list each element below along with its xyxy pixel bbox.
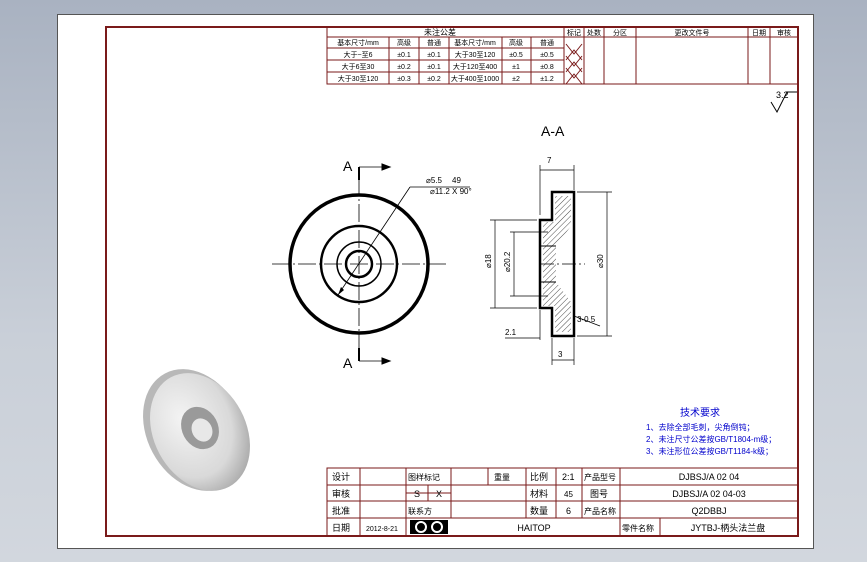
tol-cell: ±1 bbox=[512, 64, 520, 71]
tol-cell: ±0.3 bbox=[397, 76, 411, 83]
surface-finish-value: 3.2 bbox=[776, 90, 789, 100]
drawing-no-value: DJBSJ/A 02 04-03 bbox=[672, 489, 746, 499]
material-label: 材料 bbox=[530, 488, 548, 499]
tol-cell: 大于~至6 bbox=[344, 50, 373, 59]
mark-s: S bbox=[414, 489, 420, 499]
product-name-label: 产品名称 bbox=[584, 506, 616, 516]
part-3d-preview bbox=[143, 369, 250, 491]
date-label: 日期 bbox=[332, 523, 350, 533]
section-mark-top: A bbox=[343, 158, 353, 174]
product-name-value: Q2DBBJ bbox=[691, 506, 726, 516]
tol-cell: ±2 bbox=[512, 76, 520, 83]
drawing-name-label: 图样标记 bbox=[408, 472, 440, 482]
contact-label: 联系方 bbox=[408, 506, 432, 516]
hole-note-a: ⌀5.5 bbox=[426, 176, 442, 185]
mark-x: X bbox=[436, 489, 442, 499]
company-logo bbox=[410, 520, 448, 534]
date-value: 2012-8-21 bbox=[366, 526, 398, 533]
tol-cell: ±0.1 bbox=[397, 52, 411, 59]
dim-width: 7 bbox=[547, 156, 552, 165]
tol-cell: ±1.2 bbox=[540, 76, 554, 83]
cad-viewport: 未注公差 基本尺寸/mm 高级 普通 基本尺寸/mm 高级 普通 大于~至6 ±… bbox=[0, 0, 867, 562]
tol-cell: ±0.5 bbox=[509, 52, 523, 59]
tol-cell: 大于400至1000 bbox=[451, 74, 499, 83]
drawing-canvas: 未注公差 基本尺寸/mm 高级 普通 基本尺寸/mm 高级 普通 大于~至6 ±… bbox=[105, 26, 799, 537]
approve-label: 批准 bbox=[332, 505, 350, 516]
part-name-label: 零件名称 bbox=[622, 523, 654, 533]
tol-cell: 大于120至400 bbox=[453, 62, 497, 71]
tol-cell: ±0.1 bbox=[427, 52, 441, 59]
material-value: 45 bbox=[564, 490, 573, 499]
rev-header: 分区 bbox=[613, 28, 627, 37]
company-name: HAITOP bbox=[517, 523, 550, 533]
tol-cell: ±0.5 bbox=[540, 52, 554, 59]
dim-dia-small: ⌀20.2 bbox=[503, 251, 512, 272]
design-label: 设计 bbox=[332, 471, 350, 482]
scale-value: 2:1 bbox=[562, 472, 575, 482]
tol-header: 高级 bbox=[397, 38, 411, 47]
rev-header: 处数 bbox=[587, 28, 601, 37]
dim-flange: 3-0.5 bbox=[577, 315, 596, 324]
tech-note-line: 1、去除全部毛刺，尖角倒钝； bbox=[646, 422, 754, 432]
rev-header: 审核 bbox=[777, 28, 791, 37]
title-block-labels: 设计 审核 批准 日期 2012-8-21 图样标记 重量 比例 2:1 产品型… bbox=[332, 471, 765, 533]
section-title: A-A bbox=[541, 123, 565, 139]
tech-note-line: 3、未注形位公差按GB/T1184-k级； bbox=[646, 446, 773, 456]
tol-header: 基本尺寸/mm bbox=[337, 38, 379, 47]
tol-header: 高级 bbox=[509, 38, 523, 47]
hole-note-b: ⌀11.2 X 90° bbox=[430, 187, 472, 196]
scale-label: 比例 bbox=[530, 471, 548, 482]
tolerance-headers: 基本尺寸/mm 高级 普通 基本尺寸/mm 高级 普通 bbox=[337, 38, 554, 47]
qty-label: 数量 bbox=[530, 505, 548, 516]
tol-cell: ±0.8 bbox=[540, 64, 554, 71]
tol-cell: ±0.2 bbox=[427, 76, 441, 83]
tech-note-line: 2、未注尺寸公差按GB/T1804-m级； bbox=[646, 434, 776, 444]
dim-base: 3 bbox=[558, 350, 563, 359]
product-no-value: DJBSJ/A 02 04 bbox=[679, 472, 740, 482]
tech-notes-title: 技术要求 bbox=[680, 406, 720, 419]
tol-cell: ±0.1 bbox=[427, 64, 441, 71]
dim-dia-large: ⌀30 bbox=[596, 254, 605, 268]
tolerance-title: 未注公差 bbox=[424, 27, 456, 37]
tol-cell: ±0.2 bbox=[397, 64, 411, 71]
rev-header: 日期 bbox=[752, 29, 766, 37]
tol-header: 普通 bbox=[540, 38, 554, 47]
hole-note-c: 49 bbox=[452, 176, 461, 185]
tol-header: 基本尺寸/mm bbox=[454, 38, 496, 47]
tol-header: 普通 bbox=[427, 38, 441, 47]
weight-label: 重量 bbox=[494, 472, 510, 482]
revision-headers: 标记 处数 分区 更改文件号 日期 审核 bbox=[567, 28, 791, 37]
drawing-no-label: 图号 bbox=[590, 489, 608, 499]
part-name-value: JYTBJ-柄头法兰盘 bbox=[691, 522, 766, 533]
tolerance-rows: 大于~至6 ±0.1 ±0.1 大于30至120 ±0.5 ±0.5 大于6至3… bbox=[338, 50, 554, 83]
dim-dia-mid: ⌀18 bbox=[484, 254, 493, 268]
rev-header: 更改文件号 bbox=[675, 28, 710, 37]
tol-cell: 大于6至30 bbox=[342, 62, 375, 71]
tol-cell: 大于30至120 bbox=[455, 50, 496, 59]
rev-header: 标记 bbox=[567, 28, 581, 37]
leader-line bbox=[337, 186, 411, 296]
tol-cell: 大于30至120 bbox=[338, 74, 379, 83]
qty-value: 6 bbox=[566, 506, 571, 516]
front-view bbox=[272, 178, 470, 350]
dim-step: 2.1 bbox=[505, 328, 517, 337]
section-mark-bottom: A bbox=[343, 355, 353, 371]
check-label: 审核 bbox=[332, 488, 350, 499]
product-no-label: 产品型号 bbox=[584, 472, 616, 482]
